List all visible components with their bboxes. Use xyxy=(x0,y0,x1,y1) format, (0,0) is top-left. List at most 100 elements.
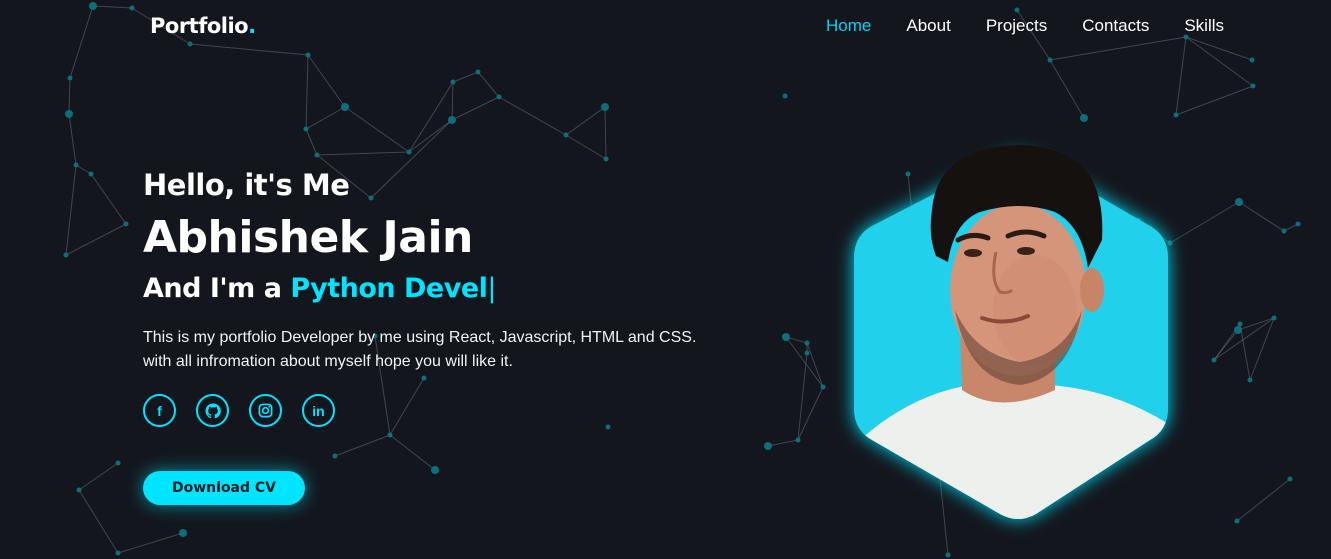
main-nav: Home About Projects Contacts Skills xyxy=(791,16,1224,36)
particle-link xyxy=(565,134,607,160)
particle-dot xyxy=(601,103,609,111)
particle-link xyxy=(1249,317,1275,381)
particle-dot xyxy=(73,162,79,168)
typing-cursor: | xyxy=(487,273,497,304)
particle-dot xyxy=(1237,321,1243,327)
profile-photo xyxy=(854,145,1168,519)
particle-dot xyxy=(1271,315,1277,321)
particle-link xyxy=(797,352,808,441)
particle-dot xyxy=(448,116,456,124)
particle-dot xyxy=(1249,57,1255,63)
download-cv-button[interactable]: Download CV xyxy=(143,471,306,505)
particle-dot xyxy=(1234,518,1240,524)
particle-link xyxy=(1049,36,1187,61)
hero-role: And I'm a Python Devel| xyxy=(143,273,783,304)
instagram-icon[interactable] xyxy=(249,394,282,427)
particle-link xyxy=(1236,478,1291,522)
particle-dot xyxy=(76,487,82,493)
particle-link xyxy=(1239,323,1251,381)
particle-link xyxy=(1175,85,1254,116)
particle-dot xyxy=(65,110,73,118)
particle-link xyxy=(92,5,133,9)
profile-avatar xyxy=(850,140,1170,540)
nav-contacts[interactable]: Contacts xyxy=(1082,16,1149,36)
particle-dot xyxy=(782,93,788,99)
particle-link xyxy=(1175,36,1187,116)
facebook-icon[interactable]: f xyxy=(143,394,176,427)
particle-dot xyxy=(123,221,129,227)
brand-name: Portfolio xyxy=(150,14,249,38)
particle-link xyxy=(307,54,346,108)
particle-dot xyxy=(1080,114,1088,122)
particle-dot xyxy=(1173,112,1179,118)
particle-dot xyxy=(115,460,121,466)
linkedin-glyph: in xyxy=(312,402,325,419)
particle-dot xyxy=(179,529,187,537)
particle-link xyxy=(117,532,184,554)
particle-dot xyxy=(1250,83,1256,89)
particle-link xyxy=(1049,59,1085,119)
hero-description: This is my portfolio Developer by me usi… xyxy=(143,326,783,374)
social-links: f in xyxy=(143,394,783,427)
particle-link xyxy=(806,342,824,388)
particle-link xyxy=(68,77,71,115)
role-prefix: And I'm a xyxy=(143,273,291,304)
hero-greeting: Hello, it's Me xyxy=(143,168,350,202)
particle-dot xyxy=(341,103,349,111)
particle-link xyxy=(68,113,77,166)
particle-link xyxy=(344,106,410,153)
description-line-2: with all infromation about myself hope y… xyxy=(143,353,513,370)
particle-link xyxy=(1185,36,1253,61)
github-glyph xyxy=(204,402,221,418)
particle-link xyxy=(305,128,318,156)
nav-projects[interactable]: Projects xyxy=(986,16,1047,36)
particle-link xyxy=(65,223,127,256)
particle-link xyxy=(498,96,567,136)
particle-link xyxy=(1213,317,1275,361)
particle-link xyxy=(305,54,309,130)
particle-dot xyxy=(795,437,801,443)
particle-dot xyxy=(1234,326,1242,334)
nav-skills[interactable]: Skills xyxy=(1184,16,1224,36)
particle-link xyxy=(305,106,346,130)
particle-link xyxy=(451,81,454,121)
particle-link xyxy=(1169,201,1240,244)
nav-about[interactable]: About xyxy=(906,16,950,36)
particle-dot xyxy=(1287,476,1293,482)
nav-home[interactable]: Home xyxy=(826,16,871,36)
particle-dot xyxy=(804,350,810,356)
particle-link xyxy=(408,119,453,153)
brand-logo[interactable]: Portfolio. xyxy=(150,14,256,38)
particle-link xyxy=(316,151,410,156)
particle-link xyxy=(69,5,94,79)
hero-name: Abhishek Jain xyxy=(143,212,473,263)
particle-dot xyxy=(603,156,609,162)
particle-dot xyxy=(129,5,135,11)
particle-dot xyxy=(1014,7,1020,13)
particle-link xyxy=(1238,201,1285,232)
particle-link xyxy=(452,71,479,83)
particle-dot xyxy=(1047,57,1053,63)
particle-dot xyxy=(820,384,826,390)
particle-dot xyxy=(305,52,311,58)
facebook-glyph: f xyxy=(157,402,162,419)
particle-link xyxy=(1237,317,1275,331)
particle-dot xyxy=(67,75,73,81)
particle-dot xyxy=(1235,198,1243,206)
particle-link xyxy=(604,106,607,160)
particle-dot xyxy=(89,2,97,10)
particle-link xyxy=(1185,36,1254,87)
particle-link xyxy=(90,173,127,225)
instagram-glyph xyxy=(258,403,273,418)
particle-link xyxy=(189,43,309,56)
particle-dot xyxy=(563,132,569,138)
description-line-1: This is my portfolio Developer by me usi… xyxy=(143,329,697,346)
particle-link xyxy=(78,462,119,491)
particle-dot xyxy=(945,552,951,558)
particle-dot xyxy=(314,152,320,158)
linkedin-icon[interactable]: in xyxy=(302,394,335,427)
github-icon[interactable] xyxy=(196,394,229,427)
particle-dot xyxy=(1295,221,1301,227)
particle-link xyxy=(78,489,119,554)
particle-link xyxy=(75,164,92,175)
